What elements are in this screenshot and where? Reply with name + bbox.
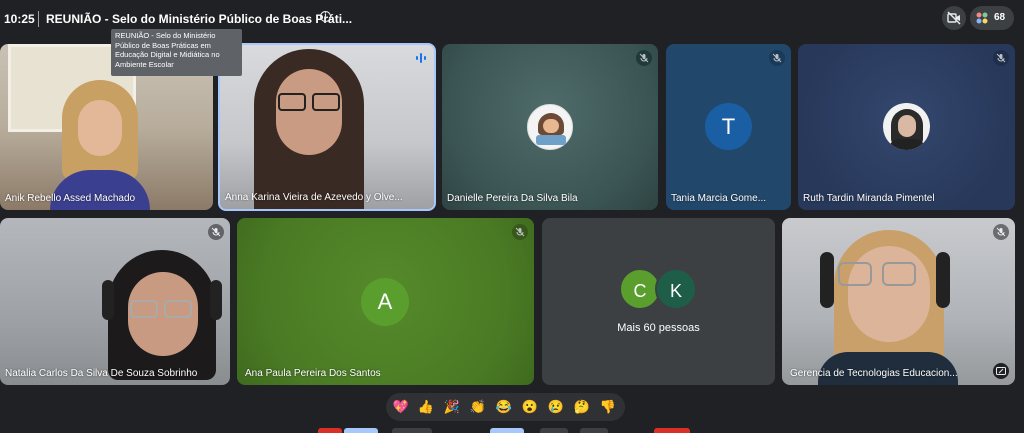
participant-name: Natalia Carlos Da Silva De Souza Sobrinh… <box>5 368 198 379</box>
participant-name: Tania Marcia Gome... <box>671 193 767 204</box>
video-person <box>818 224 958 385</box>
clapping-reaction[interactable]: 👏 <box>469 398 487 416</box>
control-bar-button[interactable] <box>392 428 432 433</box>
meeting-title[interactable]: REUNIÃO - Selo do Ministério Público de … <box>46 12 352 26</box>
video-person <box>102 250 222 385</box>
crying-reaction[interactable]: 😢 <box>547 398 565 416</box>
control-bar-button[interactable] <box>654 428 690 433</box>
people-icon <box>976 12 988 24</box>
participant-tile[interactable]: Gerencia de Tecnologias Educacion... <box>782 218 1015 385</box>
thumbs-down-reaction[interactable]: 👎 <box>599 398 617 416</box>
participant-tile[interactable]: Danielle Pereira Da Silva Bila <box>442 44 658 210</box>
mic-off-icon <box>639 53 649 63</box>
screen-share-icon <box>996 367 1006 375</box>
reactions-bar: 💖 👍 🎉 👏 😂 😮 😢 🤔 👎 <box>386 393 625 421</box>
participant-name: Danielle Pereira Da Silva Bila <box>447 193 578 204</box>
participant-name: Gerencia de Tecnologias Educacion... <box>790 368 958 379</box>
participant-tile[interactable]: T Tania Marcia Gome... <box>666 44 791 210</box>
video-person <box>50 80 150 210</box>
more-participants-label: Mais 60 pessoas <box>617 322 700 334</box>
participant-tile[interactable]: Natalia Carlos Da Silva De Souza Sobrinh… <box>0 218 230 385</box>
profile-avatar <box>883 103 930 150</box>
control-bar-button[interactable] <box>318 428 342 433</box>
participant-tile-speaking[interactable]: Anna Karina Vieira de Azevedo y Olve... <box>218 43 436 211</box>
divider <box>38 11 39 27</box>
mic-off-icon <box>515 227 525 237</box>
mic-off-indicator <box>208 224 224 240</box>
participant-name: Anna Karina Vieira de Azevedo y Olve... <box>225 192 403 203</box>
mic-off-indicator <box>769 50 785 66</box>
initial-avatar: K <box>655 268 697 310</box>
participant-tile[interactable]: A Ana Paula Pereira Dos Santos <box>237 218 534 385</box>
laughing-reaction[interactable]: 😂 <box>495 398 513 416</box>
initial-avatar: T <box>705 103 752 150</box>
clock: 10:25 <box>4 12 35 26</box>
mic-off-indicator <box>993 224 1009 240</box>
control-bar-button[interactable] <box>490 428 524 433</box>
thumbs-up-reaction[interactable]: 👍 <box>417 398 435 416</box>
participant-name: Ana Paula Pereira Dos Santos <box>245 368 381 379</box>
participant-count: 68 <box>994 12 1006 23</box>
mic-off-icon <box>996 227 1006 237</box>
mic-off-indicator <box>993 50 1009 66</box>
control-bar-button[interactable] <box>540 428 568 433</box>
initial-avatar: A <box>361 278 409 326</box>
mic-off-icon <box>211 227 221 237</box>
audio-level-icon <box>416 53 426 63</box>
video-person <box>254 49 364 209</box>
control-bar-button[interactable] <box>344 428 378 433</box>
presentation-indicator <box>993 363 1009 379</box>
mic-off-icon <box>772 53 782 63</box>
control-bar-button[interactable] <box>580 428 608 433</box>
more-participants-tile[interactable]: C K Mais 60 pessoas <box>542 218 775 385</box>
profile-avatar <box>527 104 573 150</box>
participant-name: Ruth Tardin Miranda Pimentel <box>803 193 935 204</box>
camera-off-button[interactable] <box>942 6 966 30</box>
camera-off-icon <box>947 11 961 25</box>
sparkling-heart-reaction[interactable]: 💖 <box>392 398 410 416</box>
participant-name: Anik Rebello Assed Machado <box>5 193 136 204</box>
party-popper-reaction[interactable]: 🎉 <box>443 398 461 416</box>
mic-off-indicator <box>636 50 652 66</box>
speaking-indicator <box>413 50 429 66</box>
thinking-reaction[interactable]: 🤔 <box>573 398 591 416</box>
mic-off-icon <box>996 53 1006 63</box>
participant-tile[interactable]: Ruth Tardin Miranda Pimentel <box>798 44 1015 210</box>
mic-off-indicator <box>512 224 528 240</box>
surprised-reaction[interactable]: 😮 <box>521 398 539 416</box>
info-icon[interactable]: i <box>320 11 331 22</box>
participants-button[interactable]: 68 <box>970 6 1014 30</box>
meeting-title-tooltip: REUNIÃO - Selo do Ministério Público de … <box>111 29 242 76</box>
